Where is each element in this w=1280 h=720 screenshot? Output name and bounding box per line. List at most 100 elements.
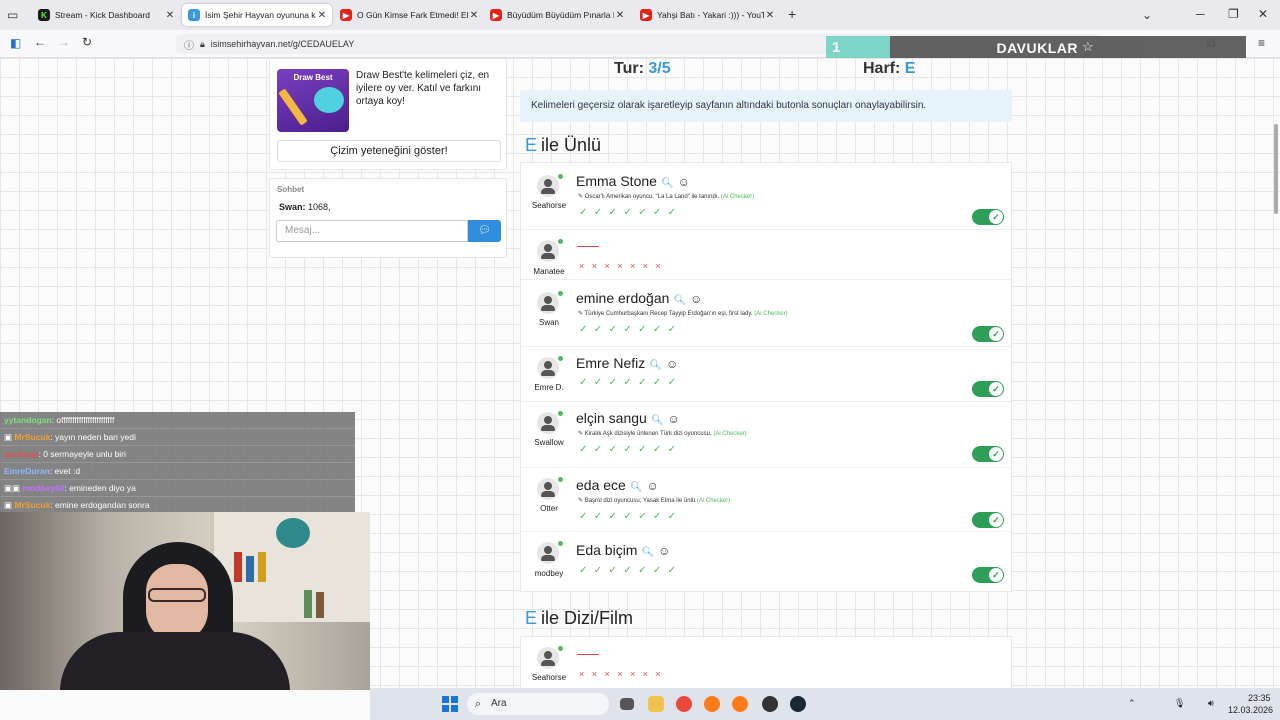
mic-icon[interactable]: 🎙︎: [1174, 698, 1185, 709]
close-tab-icon[interactable]: ✕: [764, 10, 776, 21]
menu-icon[interactable]: ≡: [1258, 36, 1265, 50]
smiley-icon[interactable]: ☺: [690, 292, 702, 306]
stream-chat-line: ▣ MrSucuk: yayın neden ban yedi: [0, 429, 355, 446]
vote-marks: ✓✓✓✓✓✓✓: [579, 511, 683, 522]
forward-icon[interactable]: →: [58, 35, 70, 49]
vote-marks: ✓✓✓✓✓✓✓: [579, 207, 683, 218]
answer-username: Swallow: [534, 438, 564, 447]
back-icon[interactable]: ←: [34, 35, 46, 49]
new-tab-button[interactable]: +: [788, 6, 796, 22]
valid-toggle[interactable]: [972, 326, 1004, 342]
minimize-icon[interactable]: ─: [1196, 7, 1205, 21]
close-window-icon[interactable]: ✕: [1258, 7, 1268, 21]
user-avatar-icon: [537, 240, 559, 262]
chat-send-button[interactable]: 💬︎: [468, 220, 501, 242]
online-indicator: [558, 356, 563, 361]
close-tab-icon[interactable]: ✕: [468, 10, 480, 21]
youtube-icon: ▶: [340, 9, 352, 21]
stream-chat-user: MrSucuk: [14, 500, 51, 510]
tab-isim-sehir-hayvan[interactable]: i İsim Şehir Hayvan oyununa katıl ✕: [182, 4, 332, 26]
smiley-icon[interactable]: ☺: [668, 412, 680, 426]
search-icon[interactable]: 🔍︎: [641, 547, 654, 558]
online-indicator: [558, 477, 563, 482]
star-icon[interactable]: ☆: [1082, 39, 1094, 55]
valid-toggle[interactable]: [972, 381, 1004, 397]
answers-unlu: Seahorse Emma Stone 🔍︎ ☺ ✎ Oscar'lı Amerik…: [520, 162, 1012, 592]
search-icon[interactable]: 🔍︎: [649, 360, 662, 371]
task-view-icon[interactable]: [620, 698, 634, 710]
search-icon[interactable]: 🔍︎: [651, 415, 664, 426]
valid-toggle[interactable]: [972, 209, 1004, 225]
answer-description: ✎ Kiralık Aşk dizisiyle ünlenen Türk diz…: [578, 431, 747, 437]
answer-username: modbey: [534, 569, 564, 578]
stream-chat-line: ▣▣ modbey64: emineden diyo ya: [0, 480, 355, 497]
tab-youtube-2[interactable]: ▶ Büyüdüm Büyüdüm Pınarla Büy ✕: [484, 4, 630, 26]
letter-label: Harf: E: [863, 60, 916, 77]
search-icon[interactable]: 🔍︎: [630, 482, 643, 493]
draw-best-thumbnail[interactable]: Draw Best: [277, 69, 349, 132]
answer-row: Emre D. Emre Nefiz 🔍︎ ☺ ✓✓✓✓✓✓✓: [521, 347, 1011, 402]
show-drawing-skill-button[interactable]: Çizim yeteneğini göster!: [277, 140, 501, 162]
badge-icon: ▣▣: [4, 483, 23, 493]
close-tab-icon[interactable]: ✕: [164, 10, 176, 21]
search-icon[interactable]: 🔍︎: [661, 178, 674, 189]
url-text: isimsehirhayvan.net/g/CEDAUELAY: [210, 39, 355, 49]
answer-row: Seahorse ×××××××: [521, 637, 1011, 689]
chat-message-input[interactable]: Mesaj...: [276, 220, 468, 242]
overlay-name: DAVUKLAR: [996, 40, 1078, 56]
pencil-icon: [278, 88, 308, 126]
online-indicator: [558, 411, 563, 416]
plush-toy: [276, 518, 310, 548]
volume-icon[interactable]: 🔊︎: [1208, 698, 1214, 709]
site-info-icon[interactable]: ⓘ: [184, 37, 194, 52]
search-icon: ⌕: [475, 698, 482, 710]
close-tab-icon[interactable]: ✕: [316, 10, 328, 21]
user-avatar-icon: [537, 542, 559, 564]
restore-icon[interactable]: ❐: [1228, 7, 1239, 21]
windows-start-icon[interactable]: [442, 696, 458, 712]
answer-description: ✎ Oscar'lı Amerikalı oyuncu, "La La Land…: [578, 194, 755, 200]
file-explorer-icon[interactable]: [648, 696, 664, 712]
overlay-number: 1: [826, 36, 890, 60]
stream-chat-user: gucknay: [4, 449, 39, 459]
chrome-icon[interactable]: [676, 696, 692, 712]
smiley-icon[interactable]: ☺: [647, 479, 659, 493]
online-indicator: [558, 646, 563, 651]
firefox-icon[interactable]: [704, 696, 720, 712]
round-info: Tur: 3/5 Harf: E: [520, 58, 1010, 84]
empty-answer-dash: [577, 246, 599, 247]
search-icon[interactable]: 🔍︎: [673, 295, 686, 306]
draw-best-thumb-title: Draw Best: [293, 73, 333, 82]
firefox-active-icon[interactable]: [732, 696, 748, 712]
clock-date[interactable]: 12.03.2026: [1228, 705, 1273, 715]
steam-icon[interactable]: [790, 696, 806, 712]
chat-message-user: Swan:: [279, 202, 306, 212]
valid-toggle[interactable]: [972, 567, 1004, 583]
tab-youtube-1[interactable]: ▶ O Gün Kimse Fark Etmedi! Ela R ✕: [334, 4, 484, 26]
tray-chevron-icon[interactable]: ⌃: [1128, 698, 1136, 709]
smiley-icon[interactable]: ☺: [666, 357, 678, 371]
badge-icon: ▣: [4, 500, 15, 510]
clock-time[interactable]: 23:35: [1248, 693, 1271, 703]
tab-kick-dashboard[interactable]: K Stream - Kick Dashboard ✕: [32, 4, 180, 26]
user-avatar-icon: [537, 175, 559, 197]
obs-icon[interactable]: [762, 696, 778, 712]
taskbar-search[interactable]: ⌕ Ara: [467, 693, 609, 715]
user-avatar-icon: [537, 647, 559, 669]
tab-list-chevron-icon[interactable]: ⌄: [1142, 8, 1152, 22]
smiley-icon[interactable]: ☺: [658, 544, 670, 558]
tab-overview-icon[interactable]: ▭: [7, 8, 18, 22]
answer-row: Manatee ×××××××: [521, 230, 1011, 280]
scrollbar[interactable]: [1274, 124, 1278, 214]
valid-toggle[interactable]: [972, 512, 1004, 528]
tab-youtube-3[interactable]: ▶ Yahşi Batı - Yakari :))) - YouTube ✕: [634, 4, 780, 26]
user-avatar-icon: [537, 357, 559, 379]
reload-icon[interactable]: ↻: [82, 35, 92, 49]
smiley-icon[interactable]: ☺: [678, 175, 690, 189]
sidebar-toggle-icon[interactable]: ◧: [10, 36, 21, 50]
draw-best-description: Draw Best'te kelimeleri çiz, en iyilere …: [356, 70, 490, 107]
close-tab-icon[interactable]: ✕: [614, 10, 626, 21]
tab-title: İsim Şehir Hayvan oyununa katıl: [205, 10, 316, 20]
stream-chat-line: gucknay: 0 sermayeyle unlu biri: [0, 446, 355, 463]
valid-toggle[interactable]: [972, 446, 1004, 462]
